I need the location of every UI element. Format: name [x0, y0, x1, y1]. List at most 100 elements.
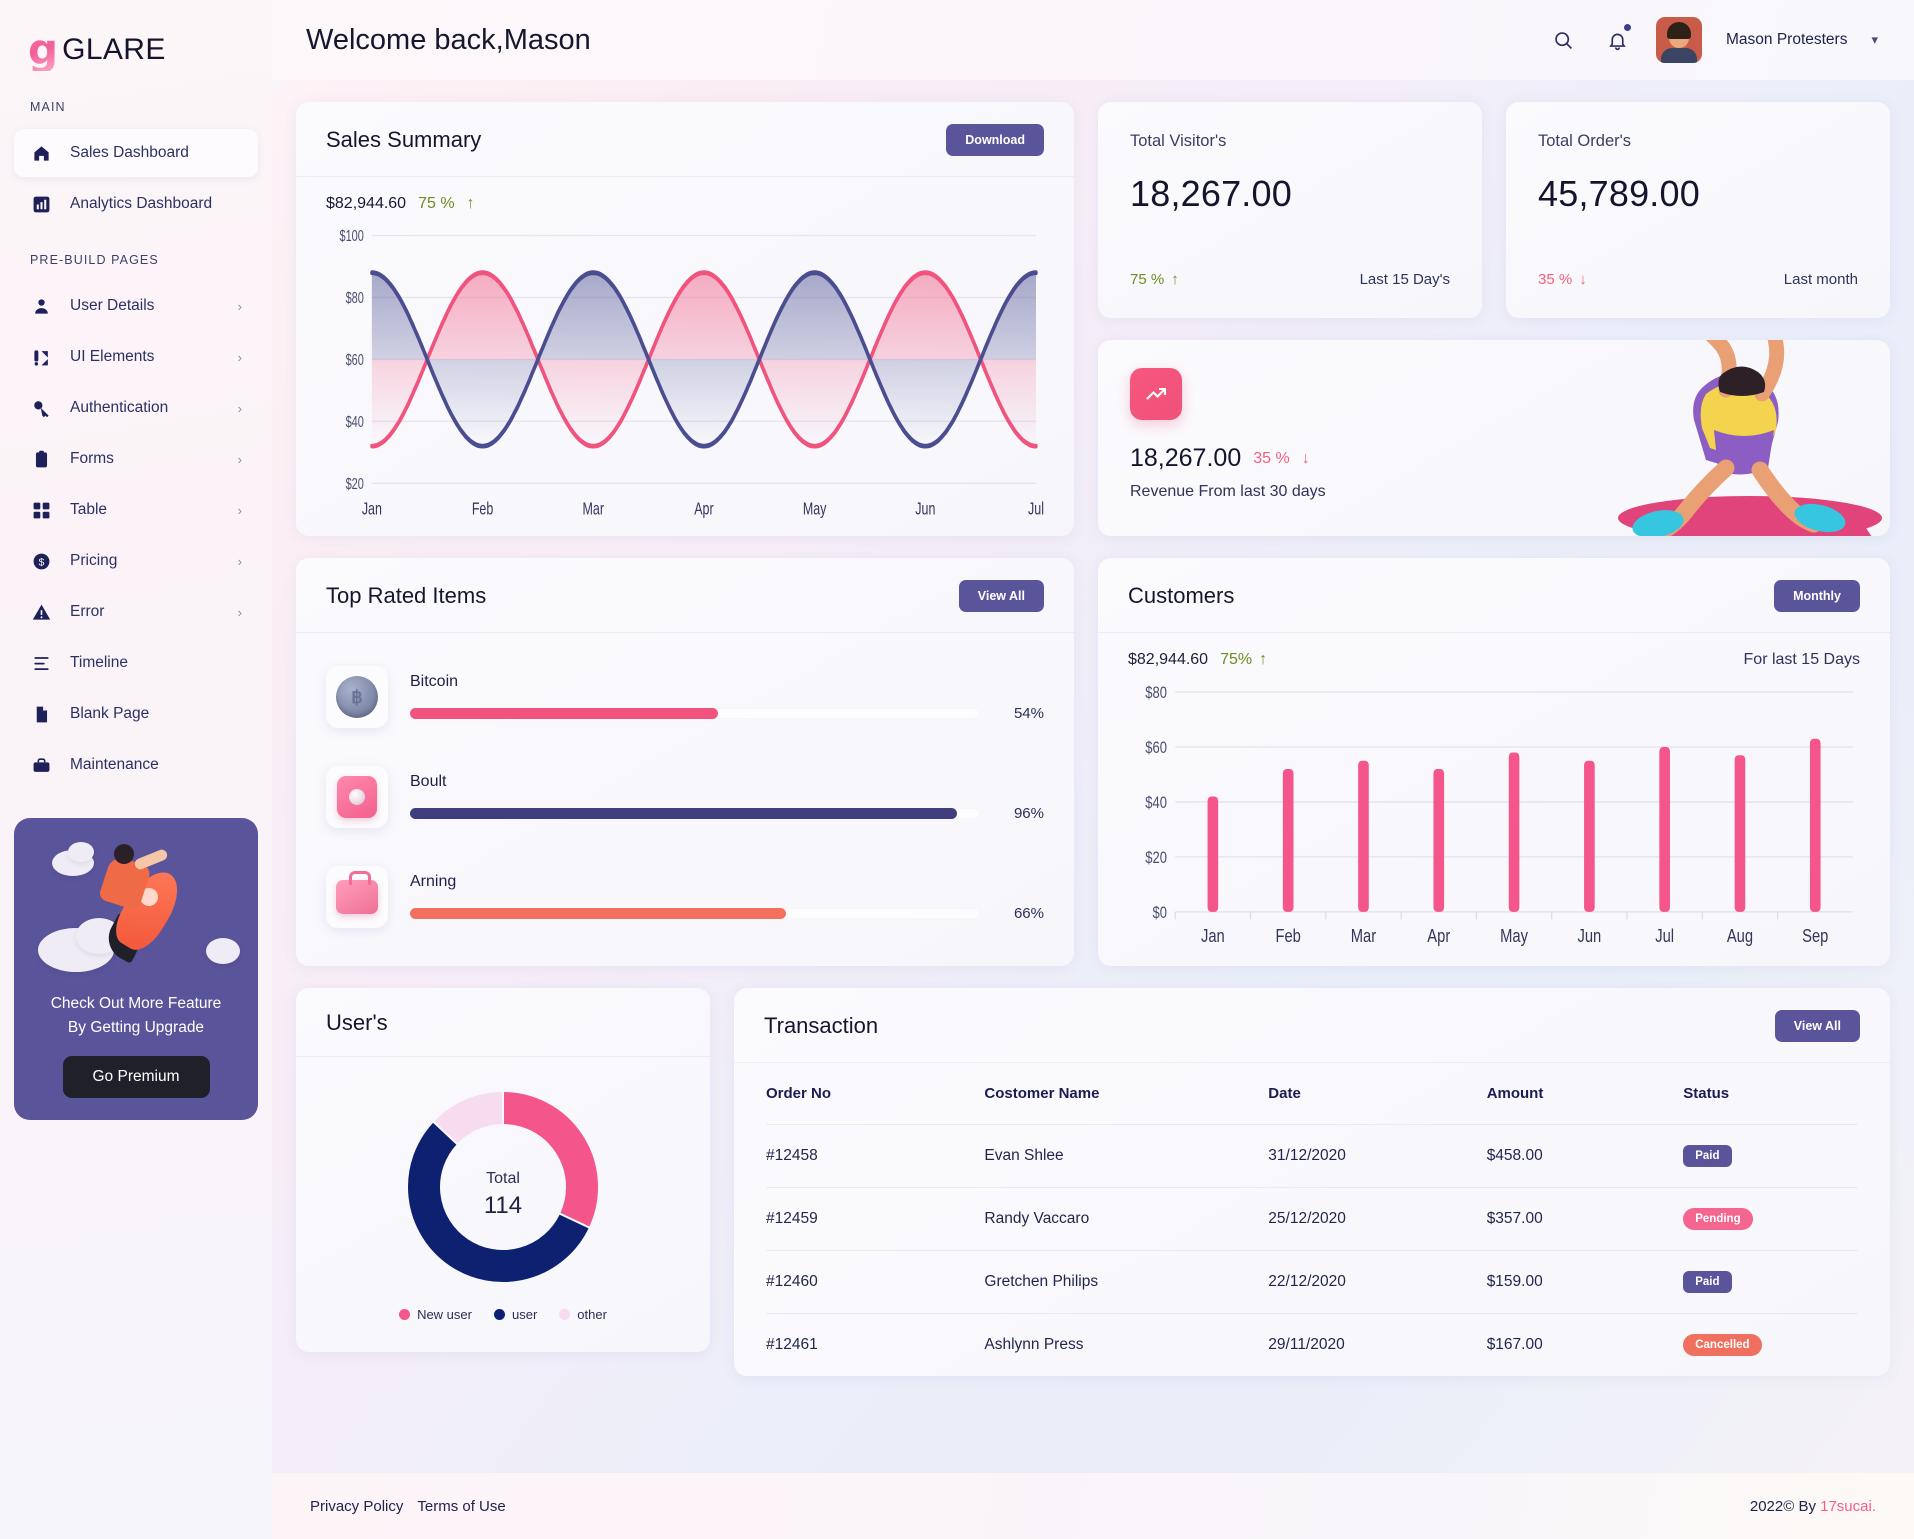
customers-header: Customers Monthly [1098, 558, 1890, 633]
dashboard-app: g GLARE MAIN Sales Dashboard Analytics D… [0, 0, 1914, 1539]
users-header: User's [296, 988, 710, 1057]
table-row[interactable]: #12458 Evan Shlee 31/12/2020 $458.00 Paid [766, 1124, 1858, 1188]
svg-text:Jun: Jun [1577, 925, 1601, 946]
table-row[interactable]: #12460 Gretchen Philips 22/12/2020 $159.00 P… [766, 1250, 1858, 1314]
chevron-right-icon: › [237, 502, 242, 518]
card-title: Top Rated Items [326, 583, 487, 608]
legend-item: other [559, 1307, 607, 1322]
document-icon [30, 703, 52, 725]
search-icon[interactable] [1548, 25, 1578, 55]
status-badge: Paid [1683, 1145, 1732, 1167]
stat-row: Total Visitor's 18,267.00 75 % ↑ Last 15… [1098, 102, 1890, 318]
download-button[interactable]: Download [946, 124, 1044, 156]
coin-icon: ฿ [326, 666, 388, 728]
sidebar-item-ui-elements[interactable]: UI Elements › [14, 333, 258, 381]
stat-period: Last 15 Day's [1359, 271, 1450, 288]
col-customer-name: Costomer Name [984, 1085, 1100, 1102]
dollar-icon: $ [30, 550, 52, 572]
terms-of-use-link[interactable]: Terms of Use [417, 1498, 505, 1515]
cell-order-no: #12461 [766, 1313, 985, 1376]
go-premium-button[interactable]: Go Premium [62, 1056, 210, 1099]
customers-card: Customers Monthly $82,944.60 75% ↑ For l… [1098, 558, 1890, 966]
sidebar-item-maintenance[interactable]: Maintenance [14, 741, 258, 789]
sidebar-item-label: Blank Page [70, 705, 150, 722]
list-item[interactable]: Arning 66% [326, 847, 1044, 947]
list-item[interactable]: ฿ Bitcoin 54% [326, 647, 1044, 747]
progress-fill [410, 707, 718, 719]
svg-text:Jun: Jun [915, 500, 935, 520]
notification-dot [1624, 24, 1631, 31]
total-orders-card: Total Order's 45,789.00 35 % ↓ Last mont… [1506, 102, 1890, 318]
chevron-right-icon: › [237, 400, 242, 416]
warning-icon [30, 601, 52, 623]
item-name: Arning [410, 872, 457, 890]
page-title: Sales Summary [326, 127, 482, 152]
customers-percent: 75% [1220, 651, 1253, 668]
customers-period: For last 15 Days [1743, 651, 1860, 668]
revenue-value: 18,267.00 [1130, 444, 1242, 472]
sidebar-item-blank-page[interactable]: Blank Page [14, 690, 258, 738]
svg-text:Jul: Jul [1655, 925, 1674, 946]
users-donut: Total 114 [406, 1089, 600, 1284]
table-row[interactable]: #12461 Ashlynn Press 29/11/2020 $167.00 Canc… [766, 1313, 1858, 1376]
customers-chart: $80 $60 $40 $20 $0 Jan Feb Mar Apr May Jun Jul Aug Se… [1128, 683, 1860, 954]
svg-text:May: May [803, 500, 827, 520]
sidebar-item-label: Table [70, 501, 108, 518]
cell-amount: $357.00 [1486, 1187, 1684, 1251]
sidebar-item-label: Timeline [70, 654, 128, 671]
sidebar-item-label: Authentication [70, 399, 169, 416]
arrow-up-icon: ↑ [1171, 271, 1179, 288]
list-item[interactable]: Boult 96% [326, 747, 1044, 847]
svg-text:Mar: Mar [1351, 925, 1377, 946]
sidebar-item-label: Pricing [70, 552, 118, 569]
sidebar-item-analytics-dashboard[interactable]: Analytics Dashboard [14, 180, 258, 228]
monthly-filter-button[interactable]: Monthly [1774, 580, 1860, 612]
bell-icon[interactable] [1602, 24, 1632, 55]
view-all-transactions-button[interactable]: View All [1774, 1010, 1860, 1042]
bag-icon [326, 866, 388, 928]
progress-row: 54% [410, 705, 1044, 722]
user-name-label: Mason Protesters [1726, 31, 1848, 48]
avatar[interactable] [1656, 17, 1702, 63]
transaction-table: Order No Costomer Name Date Amount Statu… [766, 1063, 1858, 1376]
transaction-table-body: #12458 Evan Shlee 31/12/2020 $458.00 Paid #12… [766, 1124, 1858, 1376]
sales-summary-header: Sales Summary Download [296, 102, 1074, 177]
sidebar-item-label: UI Elements [70, 348, 155, 365]
table-row[interactable]: #12459 Randy Vaccaro 25/12/2020 $357.00 Pend… [766, 1187, 1858, 1251]
svg-text:Aug: Aug [1727, 925, 1753, 946]
main-area: Welcome back,Mason Mason Protesters ▾ Sa… [272, 0, 1914, 1539]
privacy-policy-link[interactable]: Privacy Policy [310, 1498, 403, 1515]
svg-text:Apr: Apr [1427, 925, 1450, 946]
sidebar-item-error[interactable]: Error › [14, 588, 258, 636]
stat-percent: 35 % [1538, 271, 1573, 288]
credit-link[interactable]: 17sucai. [1820, 1498, 1876, 1515]
sidebar-item-sales-dashboard[interactable]: Sales Dashboard [14, 129, 258, 177]
brand-logo[interactable]: g GLARE [0, 0, 272, 78]
revenue-percent: 35 % [1253, 449, 1290, 467]
progress-track [410, 807, 980, 819]
sidebar-item-user-details[interactable]: User Details › [14, 282, 258, 330]
sidebar-item-timeline[interactable]: Timeline [14, 639, 258, 687]
table-header-row: Order No Costomer Name Date Amount Statu… [766, 1063, 1858, 1125]
welcome-title: Welcome back,Mason [306, 23, 591, 56]
chevron-down-icon[interactable]: ▾ [1871, 32, 1878, 48]
sales-kpi: $82,944.60 75 % ↑ [326, 195, 1044, 213]
cell-amount: $458.00 [1486, 1124, 1684, 1188]
sidebar-item-table[interactable]: Table › [14, 486, 258, 534]
svg-text:Jan: Jan [1201, 925, 1225, 946]
promo-upgrade-card: Check Out More Feature By Getting Upgrad… [14, 818, 258, 1120]
svg-text:Total: Total [486, 1170, 520, 1187]
sales-summary-chart: $100 $80 $60 $40 $20 Jan Feb Mar Apr May Jun Jul [326, 227, 1044, 526]
key-icon [30, 397, 52, 419]
users-donut-body: Total 114 New user user other [296, 1057, 710, 1352]
sidebar-item-authentication[interactable]: Authentication › [14, 384, 258, 432]
chevron-right-icon: › [237, 298, 242, 314]
cell-customer-name: Gretchen Philips [984, 1250, 1269, 1314]
svg-text:$40: $40 [346, 413, 364, 430]
sidebar-nav: MAIN Sales Dashboard Analytics Dashboard… [0, 78, 272, 792]
nav-section-prebuild: PRE-BUILD PAGES [30, 253, 159, 267]
stat-percent: 75 % [1130, 271, 1165, 288]
sidebar-item-forms[interactable]: Forms › [14, 435, 258, 483]
sidebar-item-pricing[interactable]: $ Pricing › [14, 537, 258, 585]
view-all-items-button[interactable]: View All [958, 580, 1044, 612]
